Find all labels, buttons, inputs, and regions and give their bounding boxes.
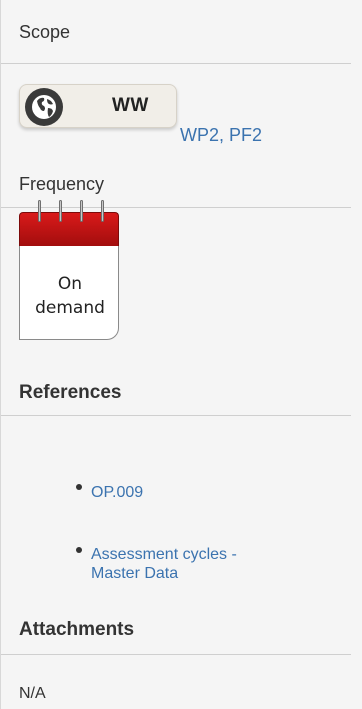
list-bullet [76, 484, 82, 490]
calendar-line-2: demand [35, 298, 105, 318]
list-bullet [76, 547, 82, 553]
references-divider [1, 415, 351, 416]
calendar-text: On demand [20, 272, 120, 320]
calendar-icon: On demand [19, 200, 119, 340]
frequency-label: Frequency [19, 174, 105, 194]
scope-extra-link[interactable]: WP2, PF2 [180, 125, 262, 146]
attachments-heading: Attachments [19, 619, 135, 640]
scope-badge-code: WW [112, 95, 149, 116]
globe-icon [25, 88, 63, 126]
reference-link-assessment-cycles[interactable]: Assessment cycles - Master Data [91, 545, 261, 583]
calendar-body: On demand [19, 246, 119, 340]
calendar-line-1: On [57, 274, 83, 294]
calendar-header [19, 212, 119, 246]
attachments-divider [1, 654, 351, 655]
calendar-ring [59, 200, 62, 222]
reference-link-op009[interactable]: OP.009 [91, 483, 261, 502]
calendar-ring [38, 200, 41, 222]
details-panel: Scope WW WP2, PF2 Frequency On demand Re… [0, 0, 362, 709]
calendar-ring [80, 200, 83, 222]
scope-badge: WW [19, 84, 177, 128]
scope-divider [1, 63, 351, 64]
references-heading: References [19, 382, 122, 403]
calendar-ring [101, 200, 104, 222]
attachments-value: N/A [19, 685, 46, 702]
scope-label: Scope [19, 22, 71, 42]
